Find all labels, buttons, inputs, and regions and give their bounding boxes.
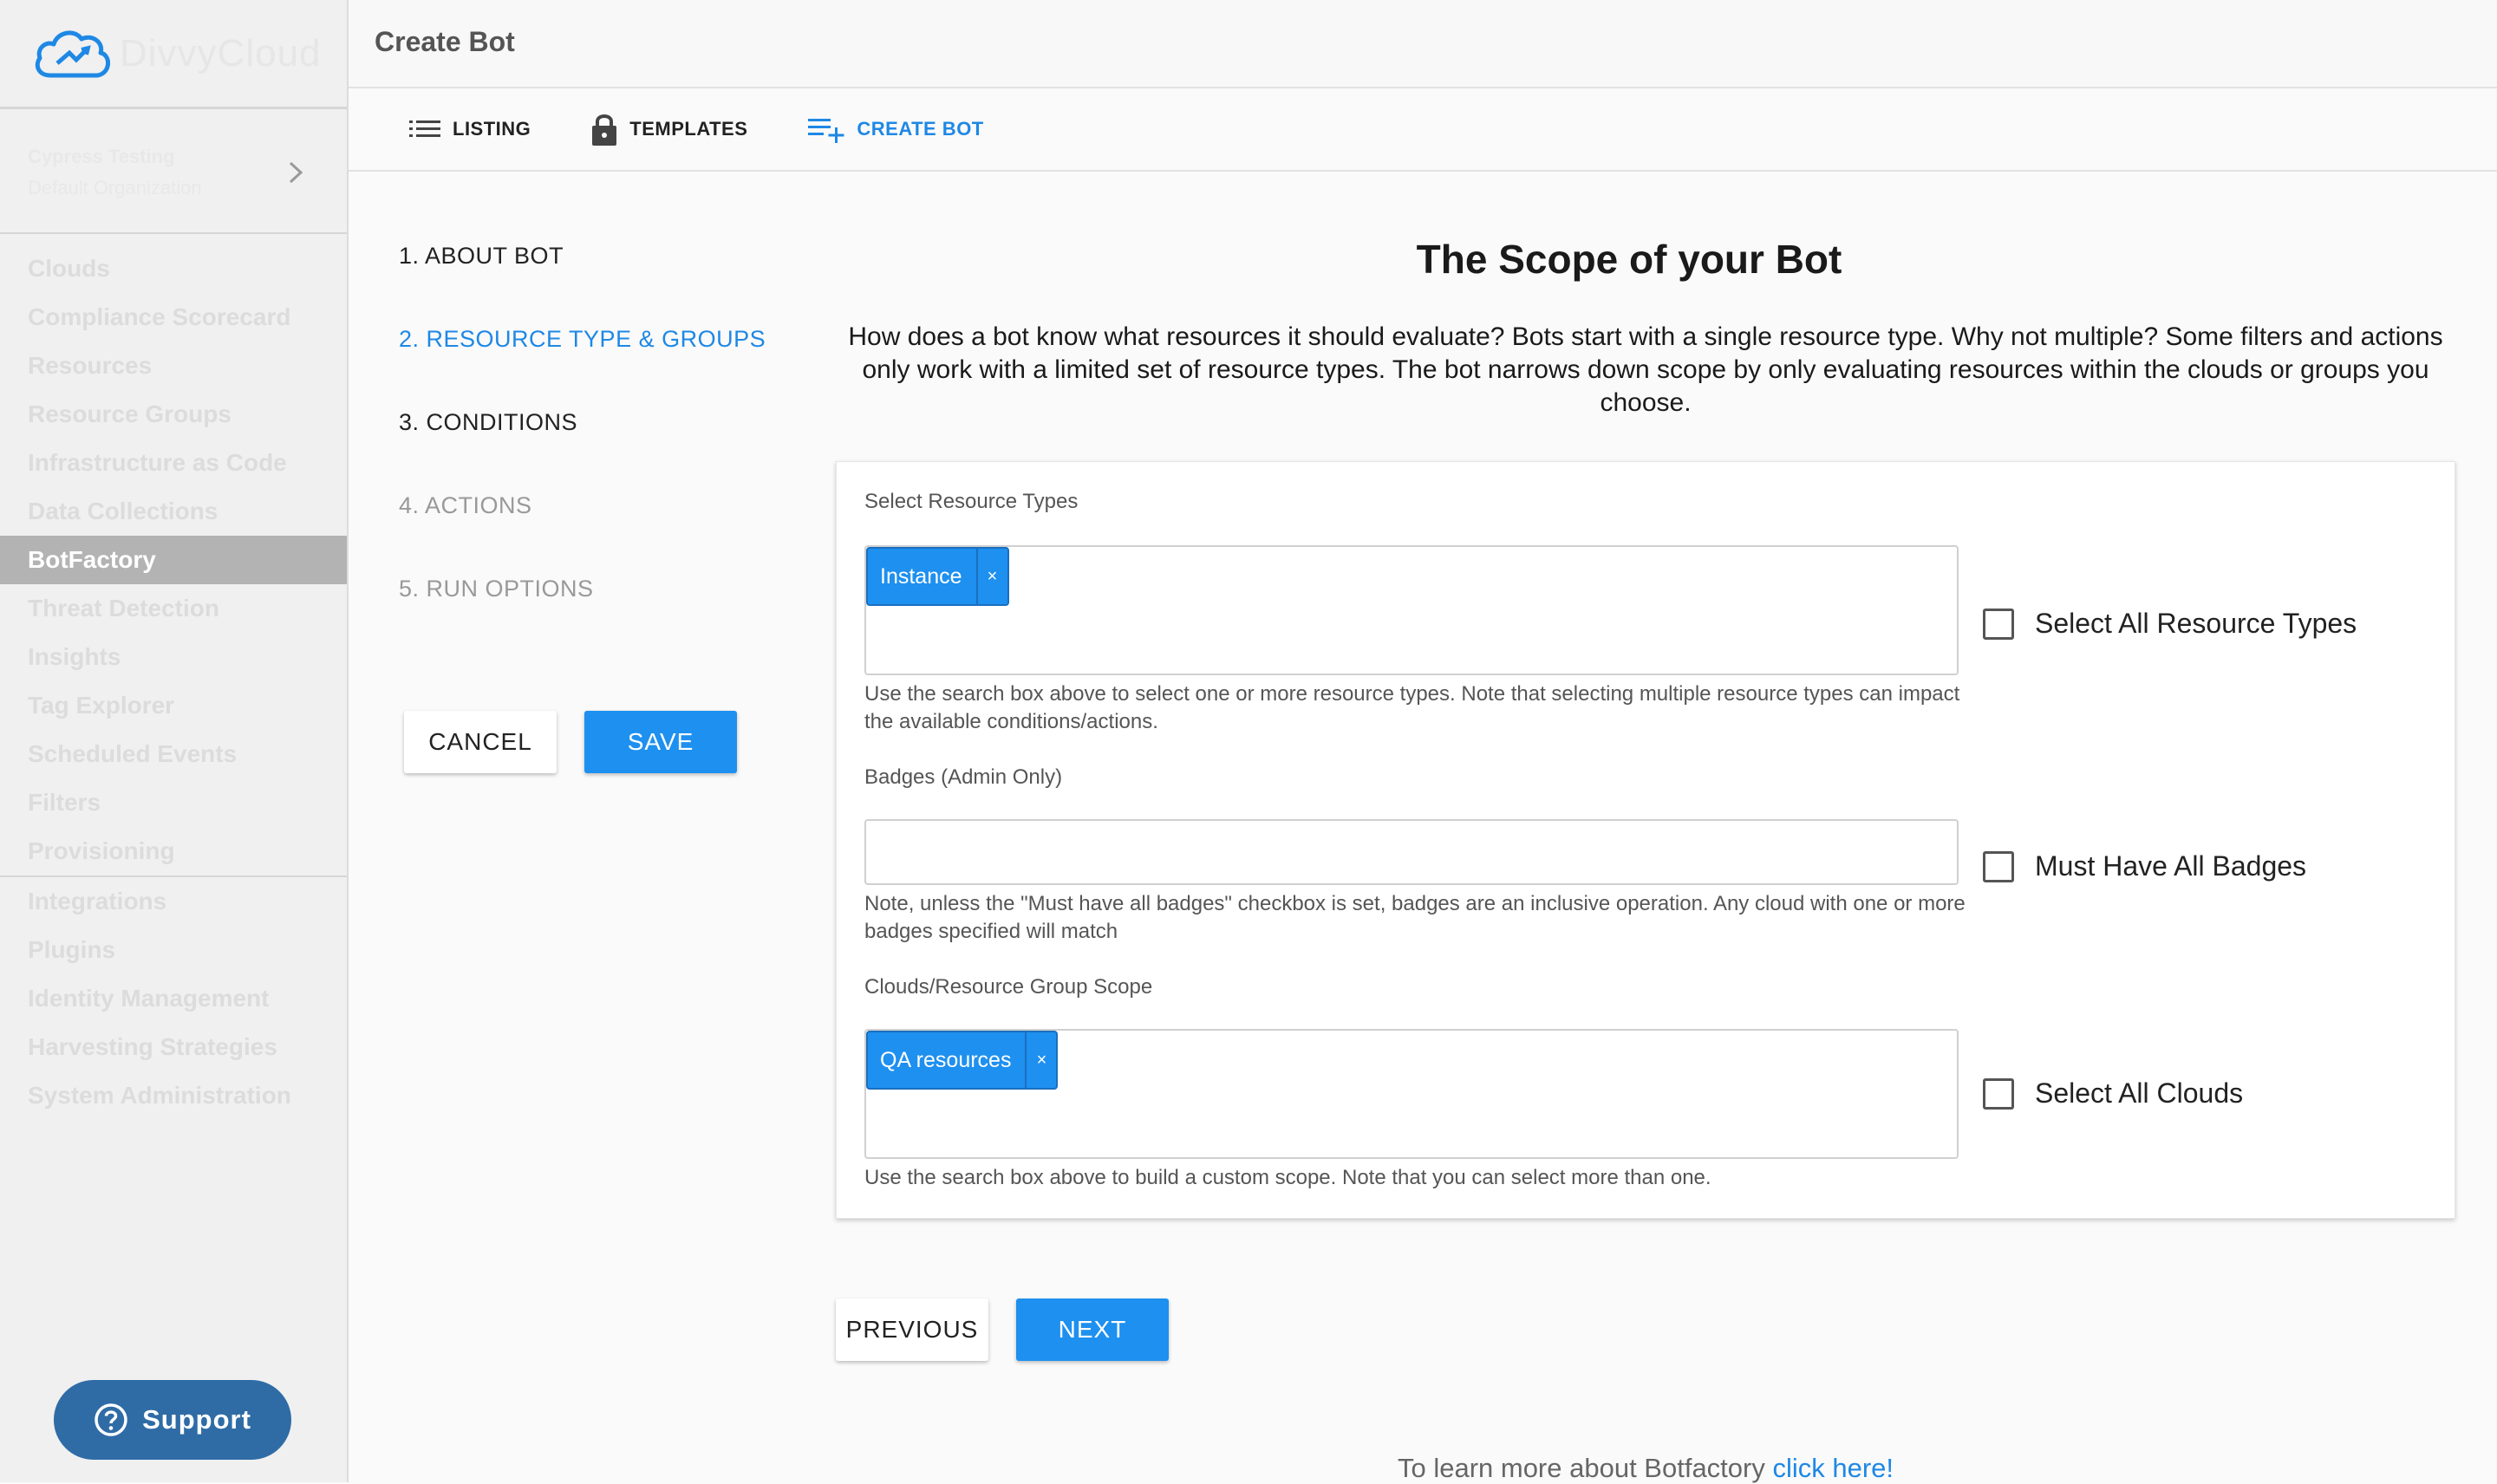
badges-help: Note, unless the "Must have all badges" …: [864, 892, 1966, 943]
resource-type-chip: Instance ×: [866, 547, 1009, 606]
checkbox-label: Select All Resource Types: [2035, 608, 2357, 639]
page-title: Create Bot: [375, 26, 515, 57]
chip-label: QA resources: [880, 1047, 1012, 1072]
step-actions[interactable]: 4. ACTIONS: [399, 492, 766, 576]
checkbox-box[interactable]: [1983, 850, 2014, 882]
sidebar-item-filters[interactable]: Filters: [0, 778, 347, 827]
support-button[interactable]: Support: [54, 1380, 291, 1460]
sidebar-item-insights[interactable]: Insights: [0, 633, 347, 681]
scope-label: Clouds/Resource Group Scope: [864, 975, 1153, 999]
chip-label: Instance: [880, 563, 962, 589]
scope-chip: QA resources ×: [866, 1031, 1059, 1090]
sidebar-item-data-collections[interactable]: Data Collections: [0, 487, 347, 536]
step-conditions[interactable]: 3. CONDITIONS: [399, 409, 766, 492]
must-have-all-badges-checkbox[interactable]: Must Have All Badges: [1983, 850, 2306, 882]
tab-templates[interactable]: TEMPLATES: [591, 112, 747, 146]
sidebar-item-botfactory[interactable]: BotFactory: [0, 536, 347, 584]
sidebar-item-identity-management[interactable]: Identity Management: [0, 974, 347, 1023]
sidebar-item-provisioning[interactable]: Provisioning: [0, 827, 347, 875]
top-bar: Create Bot: [349, 0, 2497, 88]
checkbox-label: Must Have All Badges: [2035, 850, 2307, 882]
save-button[interactable]: SAVE: [584, 711, 737, 773]
badges-label: Badges (Admin Only): [864, 765, 1063, 789]
sidebar-item-clouds[interactable]: Clouds: [0, 244, 347, 293]
scope-description: How does a bot know what resources it sh…: [848, 322, 2443, 417]
checkbox-box[interactable]: [1983, 1077, 2014, 1110]
step-about-bot[interactable]: 1. ABOUT BOT: [399, 243, 766, 326]
chevron-right-icon: [289, 161, 303, 184]
brand[interactable]: DivvyCloud: [0, 0, 347, 109]
brand-name: DivvyCloud: [120, 31, 322, 75]
sidebar-item-tag-explorer[interactable]: Tag Explorer: [0, 681, 347, 730]
sidebar-nav: Clouds Compliance Scorecard Resources Re…: [0, 234, 347, 1120]
learn-more-link[interactable]: click here!: [1772, 1453, 1894, 1483]
sidebar-item-integrations[interactable]: Integrations: [0, 877, 347, 926]
tab-listing[interactable]: LISTING: [409, 118, 531, 140]
scope-form-card: Select Resource Types Instance × Use the…: [836, 461, 2455, 1219]
step-resource-type-groups[interactable]: 2. RESOURCE TYPE & GROUPS: [399, 326, 766, 409]
tab-create-bot[interactable]: CREATE BOT: [808, 115, 983, 143]
chip-remove-icon[interactable]: ×: [1025, 1032, 1056, 1088]
checkbox-label: Select All Clouds: [2035, 1077, 2244, 1109]
sidebar-item-compliance-scorecard[interactable]: Compliance Scorecard: [0, 293, 347, 342]
sidebar: DivvyCloud Cypress Testing Default Organ…: [0, 0, 349, 1482]
badges-input[interactable]: [864, 819, 1959, 885]
learn-more: To learn more about Botfactory click her…: [836, 1453, 2455, 1484]
select-all-clouds-checkbox[interactable]: Select All Clouds: [1983, 1077, 2243, 1110]
chip-remove-icon[interactable]: ×: [975, 549, 1007, 604]
list-icon: [409, 120, 440, 137]
lock-icon: [592, 114, 617, 146]
learn-more-text: To learn more about Botfactory: [1397, 1453, 1773, 1483]
scope-input[interactable]: QA resources ×: [864, 1029, 1959, 1159]
sidebar-item-infrastructure-as-code[interactable]: Infrastructure as Code: [0, 439, 347, 487]
sidebar-item-resources[interactable]: Resources: [0, 342, 347, 390]
tab-bar: LISTING TEMPLATES CREATE BOT: [349, 88, 2497, 172]
cancel-button[interactable]: CANCEL: [404, 711, 557, 773]
wizard-steps: 1. ABOUT BOT 2. RESOURCE TYPE & GROUPS 3…: [399, 243, 766, 659]
help-circle-icon: [95, 1403, 127, 1436]
scope-help: Use the search box above to build a cust…: [864, 1166, 1711, 1189]
tab-label: TEMPLATES: [629, 118, 748, 140]
select-all-resource-types-checkbox[interactable]: Select All Resource Types: [1983, 608, 2357, 640]
sidebar-item-harvesting-strategies[interactable]: Harvesting Strategies: [0, 1023, 347, 1071]
checkbox-box[interactable]: [1983, 608, 2014, 640]
add-list-icon: [808, 119, 844, 143]
sidebar-item-scheduled-events[interactable]: Scheduled Events: [0, 730, 347, 778]
resource-types-input[interactable]: Instance ×: [864, 545, 1959, 675]
sidebar-item-system-administration[interactable]: System Administration: [0, 1071, 347, 1120]
scope-title: The Scope of your Bot: [1416, 237, 1842, 282]
previous-button[interactable]: PREVIOUS: [836, 1298, 988, 1361]
sidebar-item-resource-groups[interactable]: Resource Groups: [0, 390, 347, 439]
support-label: Support: [142, 1404, 251, 1435]
next-button[interactable]: NEXT: [1016, 1298, 1169, 1361]
sidebar-item-threat-detection[interactable]: Threat Detection: [0, 584, 347, 633]
tab-label: CREATE BOT: [857, 118, 984, 140]
sidebar-item-plugins[interactable]: Plugins: [0, 926, 347, 974]
step-run-options[interactable]: 5. RUN OPTIONS: [399, 576, 766, 659]
tab-label: LISTING: [453, 118, 531, 140]
resource-types-help: Use the search box above to select one o…: [864, 682, 1960, 733]
resource-types-label: Select Resource Types: [864, 490, 1079, 513]
org-switcher[interactable]: Cypress Testing Default Organization: [0, 109, 347, 234]
cloud-logo-icon: [35, 29, 110, 77]
